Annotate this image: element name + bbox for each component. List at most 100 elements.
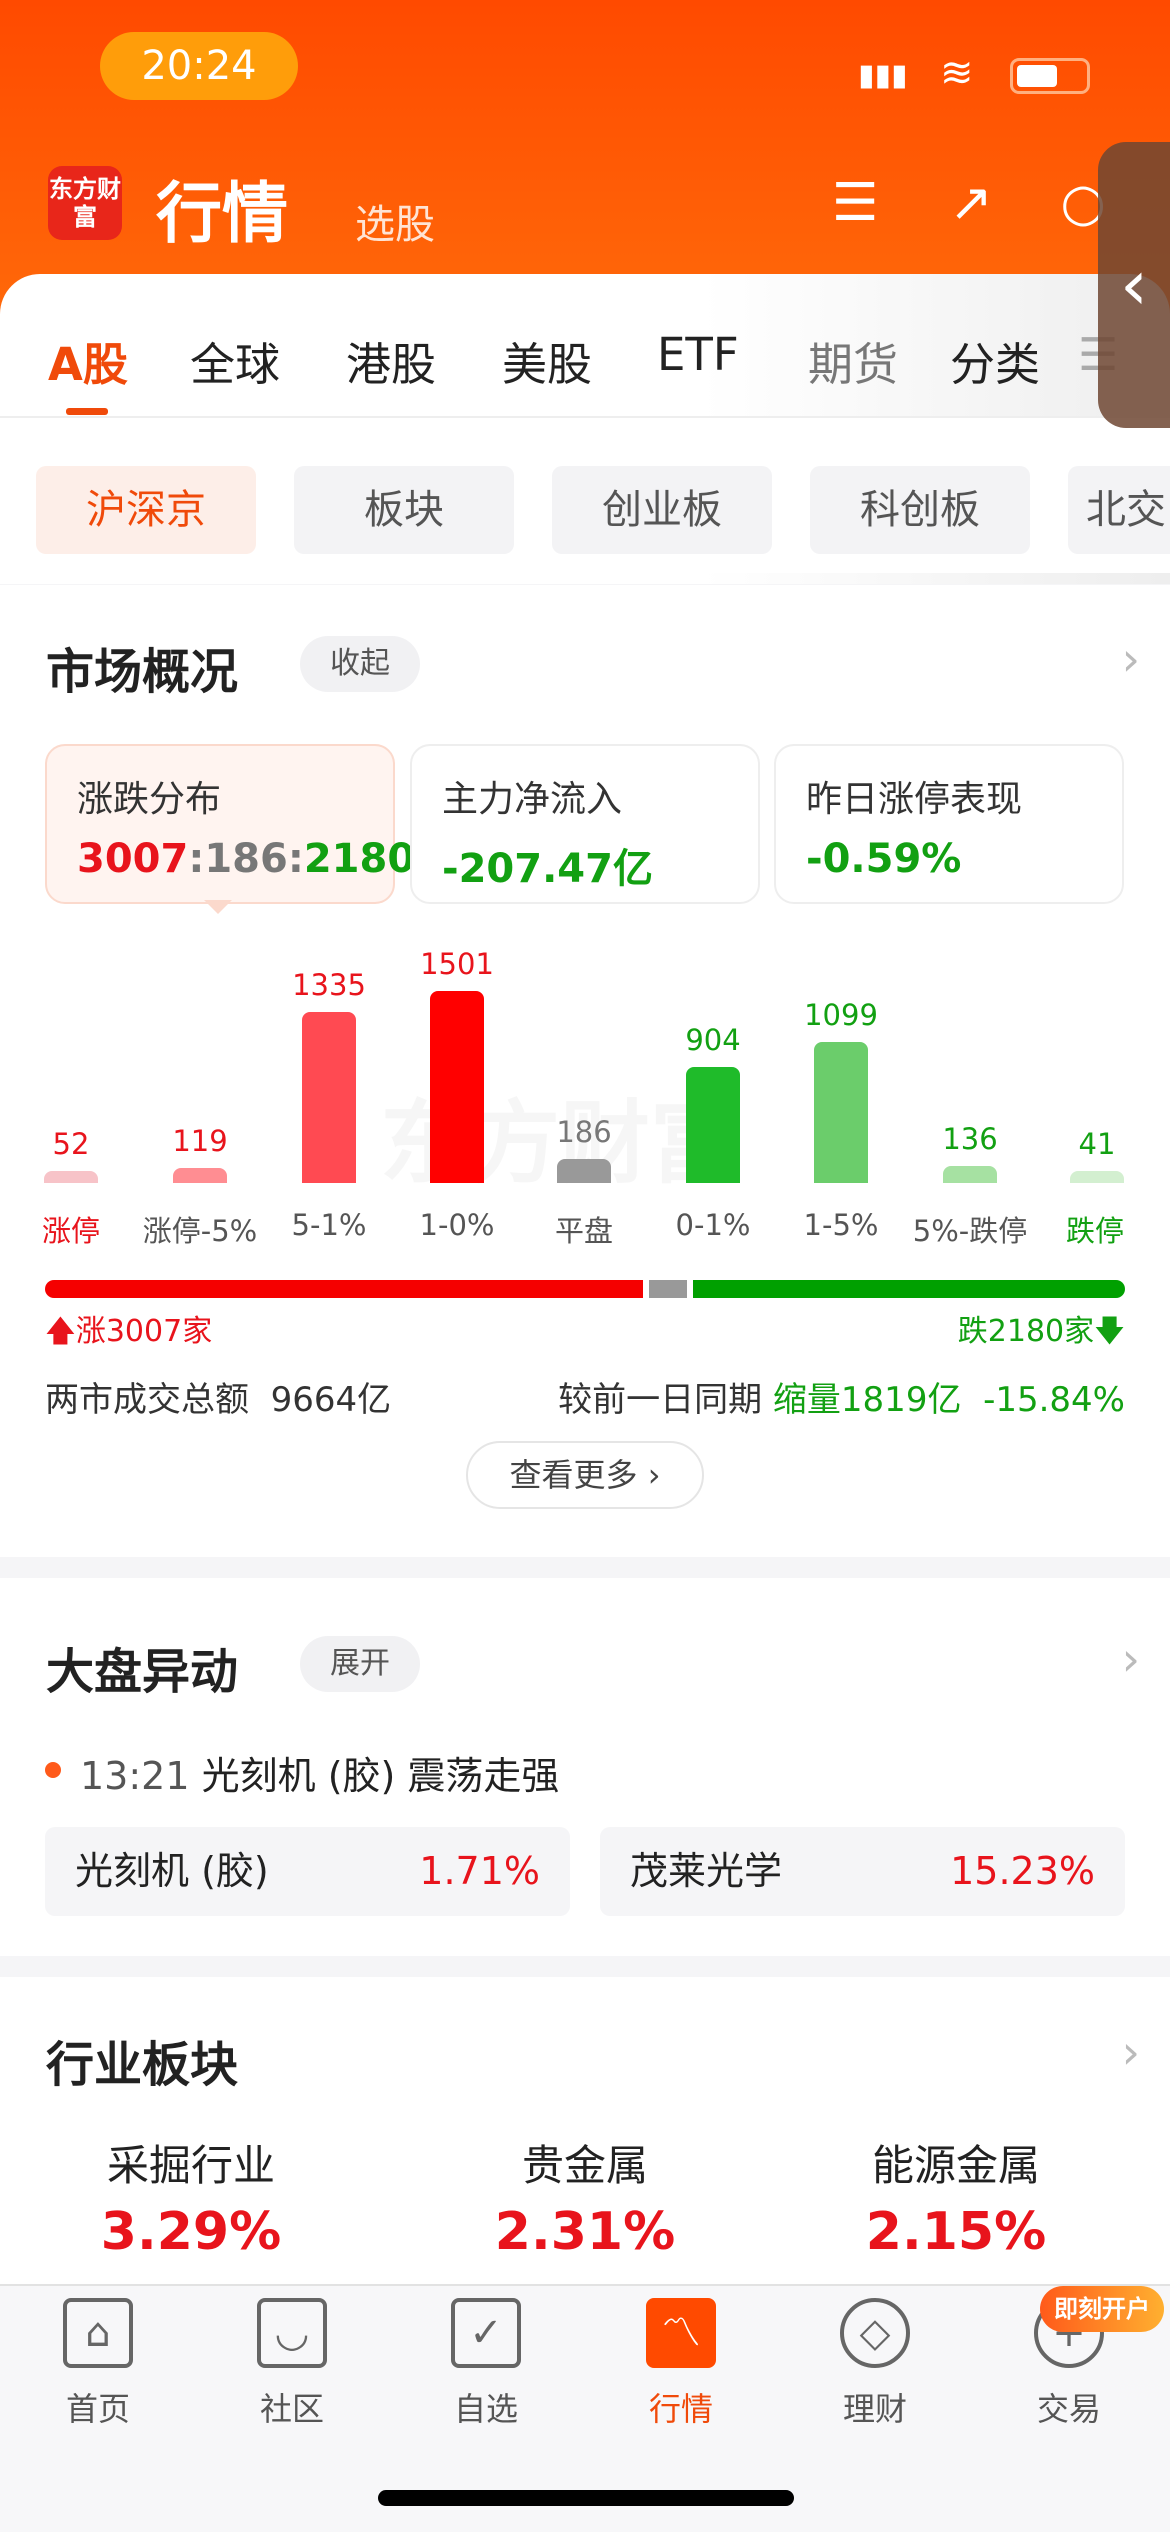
movement-item[interactable]: 茂莱光学 15.23% [600, 1827, 1125, 1916]
chevron-right-icon[interactable]: › [1122, 2025, 1140, 2079]
share-icon[interactable]: ↗ [938, 170, 1004, 236]
tab-category[interactable]: 分类 [950, 328, 1040, 393]
bar-value: 1501 [420, 947, 494, 981]
movement-item[interactable]: 光刻机 (胶) 1.71% [45, 1827, 570, 1916]
industry-name[interactable]: 采掘行业 [41, 2132, 341, 2193]
subtab-chinext[interactable]: 创业板 [552, 466, 772, 554]
view-more-label: 查看更多 [509, 1456, 638, 1494]
movement-headline[interactable]: 13:21 光刻机 (胶) 震荡走强 [80, 1745, 559, 1800]
bar-value: 1335 [292, 968, 366, 1003]
market-overview-title: 市场概况 [46, 644, 239, 700]
up-total: 🡅涨3007家 [45, 1306, 212, 1360]
industry-title: 行业板块 [46, 2037, 239, 2093]
card-limit-up-performance[interactable]: 昨日涨停表现 -0.59% [774, 744, 1124, 904]
nav-label: 理财 [842, 2390, 907, 2428]
industry-pct: 2.31% [494, 2202, 676, 2262]
up-down-progress-bar [45, 1280, 1125, 1298]
card-value: -207.47亿 [442, 846, 653, 892]
tab-futures[interactable]: 期货 [808, 328, 898, 393]
bar-3 [430, 991, 484, 1183]
bar-value: 52 [52, 1127, 90, 1161]
up-text: 涨3007家 [75, 1314, 213, 1349]
industry-pct: 2.15% [865, 2202, 1047, 2262]
item-name: 光刻机 (胶) [75, 1849, 269, 1893]
progress-flat [649, 1280, 687, 1298]
nav-icon: ◇ [840, 2298, 910, 2368]
bar-category: 跌停 [1065, 1214, 1124, 1248]
bar-4 [557, 1159, 611, 1183]
subtab-bse[interactable]: 北交 [1068, 466, 1170, 554]
card-distribution[interactable]: 涨跌分布 3007:186:2180 [45, 744, 415, 904]
tab-hk[interactable]: 港股 [346, 328, 436, 393]
bar-category: 涨停-5% [142, 1214, 258, 1248]
bar-category: 平盘 [554, 1214, 613, 1248]
bar-7 [943, 1165, 997, 1183]
nav-label: 自选 [453, 2390, 518, 2428]
chevron-right-icon[interactable]: › [1122, 632, 1140, 686]
industry-name[interactable]: 贵金属 [435, 2132, 735, 2193]
tab-a-shares[interactable]: A股 [48, 328, 128, 393]
bar-value: 904 [685, 1023, 741, 1058]
collapse-button[interactable]: 收起 [300, 636, 420, 692]
nav-item-3[interactable]: 〽行情 [606, 2298, 756, 2430]
down-total: 跌2180家🡇 [958, 1306, 1125, 1360]
nav-label: 交易 [1036, 2390, 1101, 2428]
nav-icon: ✓ [451, 2298, 521, 2368]
bar-5 [686, 1067, 740, 1183]
nav-label: 社区 [259, 2390, 324, 2428]
nav-item-1[interactable]: ◡ 社区 [217, 2298, 367, 2430]
item-pct: 1.71% [419, 1849, 540, 1893]
view-more-button[interactable]: 查看更多 › [466, 1441, 704, 1509]
stock-picker-link[interactable]: 选股 [355, 192, 435, 250]
movement-time: 13:21 [80, 1754, 190, 1798]
battery-icon [1010, 58, 1090, 94]
nav-item-2[interactable]: ✓ 自选 [411, 2298, 561, 2430]
settings-list-icon[interactable]: ☰ [822, 170, 888, 236]
subtab-hs[interactable]: 沪深京 [36, 466, 256, 554]
sep: : [287, 836, 304, 882]
industry-name[interactable]: 能源金属 [806, 2132, 1106, 2193]
turnover: 两市成交总额 9664亿 [45, 1372, 391, 1421]
expand-button[interactable]: 展开 [300, 1636, 420, 1692]
compare-label: 较前一日同期 [558, 1380, 763, 1420]
item-name: 茂莱光学 [630, 1849, 783, 1893]
tab-etf[interactable]: ETF [657, 328, 739, 381]
card-label: 主力净流入 [442, 779, 623, 820]
item-pct: 15.23% [950, 1849, 1095, 1893]
turnover-label: 两市成交总额 [45, 1380, 249, 1420]
app-logo: 东方财富 [48, 166, 122, 240]
card-value: -0.59% [806, 836, 962, 882]
progress-up [45, 1280, 644, 1298]
nav-item-0[interactable]: ⌂ 首页 [23, 2298, 173, 2430]
bar-2 [302, 1012, 356, 1183]
tab-global[interactable]: 全球 [190, 328, 280, 393]
up-count: 3007 [77, 836, 189, 882]
bar-8 [1070, 1171, 1124, 1183]
bar-0 [44, 1171, 98, 1183]
card-label: 涨跌分布 [77, 779, 222, 820]
down-count: 2180 [303, 836, 416, 882]
nav-label: 行情 [648, 2390, 713, 2428]
bar-value: 41 [1078, 1127, 1116, 1161]
card-label: 昨日涨停表现 [806, 779, 1023, 820]
tab-us[interactable]: 美股 [502, 328, 592, 393]
card-pointer [204, 900, 232, 928]
bar-value: 136 [942, 1121, 998, 1156]
signal-icon: ▮▮▮ [858, 58, 908, 93]
movement-title: 大盘异动 [46, 1644, 239, 1700]
nav-label: 首页 [65, 2390, 130, 2428]
chevron-right-icon[interactable]: › [1122, 1632, 1140, 1686]
card-net-inflow[interactable]: 主力净流入 -207.47亿 [410, 744, 760, 904]
subtab-star[interactable]: 科创板 [810, 466, 1030, 554]
side-drawer-handle[interactable]: ‹ [1098, 142, 1170, 428]
turnover-value: 9664亿 [270, 1380, 392, 1420]
flat-count: 186 [204, 836, 288, 882]
nav-item-4[interactable]: ◇ 理财 [800, 2298, 950, 2430]
nav-icon: 〽 [646, 2298, 716, 2368]
sep: : [188, 836, 205, 882]
nav-icon: ◡ [257, 2298, 327, 2368]
subtab-sector[interactable]: 板块 [294, 466, 514, 554]
industry-pct: 3.29% [100, 2202, 282, 2262]
movement-text: 光刻机 (胶) 震荡走强 [201, 1754, 560, 1798]
open-account-badge[interactable]: 即刻开户 [1040, 2286, 1164, 2332]
